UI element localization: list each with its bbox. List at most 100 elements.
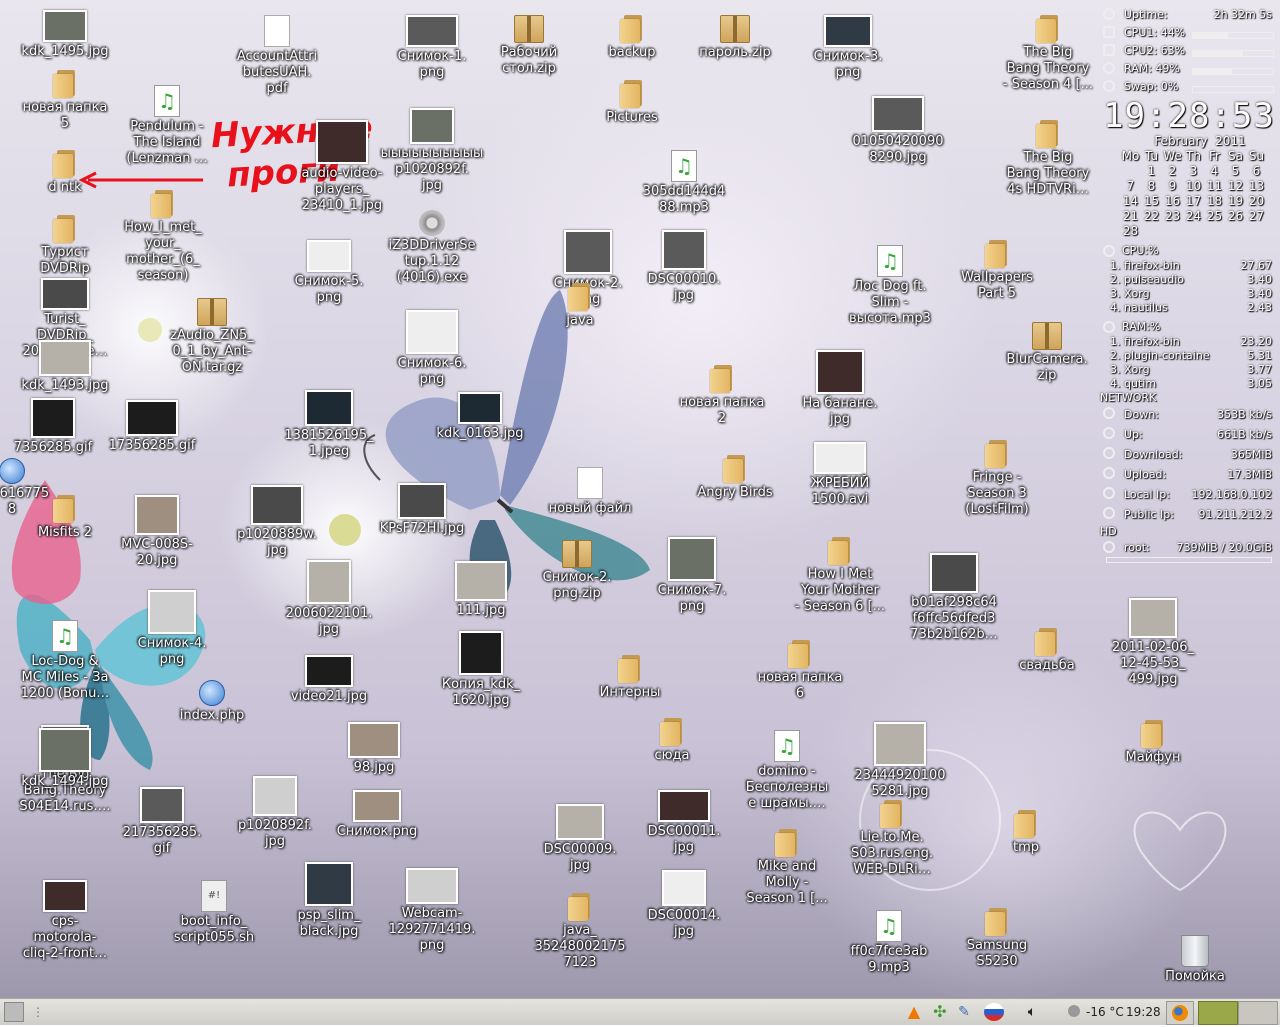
desktop-icon[interactable]: новая папка 2 <box>670 365 774 427</box>
desktop-icon[interactable]: Снимок-2. png.zip <box>525 540 629 602</box>
desktop-icon[interactable]: сюда <box>620 718 724 764</box>
desktop-icon[interactable]: Wallpapers Part 5 <box>945 240 1049 302</box>
russian-flag-icon[interactable] <box>984 1003 1004 1021</box>
desktop-icon[interactable]: Рабочий стол.zip <box>477 15 581 77</box>
desktop-icon-label: новая папка 2 <box>679 395 765 426</box>
desktop-icon[interactable]: Fringe - Season 3 (LostFilm) <box>945 440 1049 518</box>
desktop-icon[interactable]: пароль.zip <box>683 15 787 61</box>
desktop-icon[interactable]: BlurCamera. zip <box>995 322 1099 384</box>
desktop-icon[interactable]: zAudio_ZN5_ 0_1_by_Ant- ON.tar.gz <box>160 298 264 376</box>
desktop-icon[interactable]: backup <box>580 15 684 61</box>
desktop-icon[interactable]: Снимок.png <box>325 790 429 840</box>
desktop-icon[interactable]: The Big Bang Theory 4s HDTVRi… <box>996 120 1100 198</box>
desktop-icon[interactable]: 2011-02-06_ 12-45-53_ 499.jpg <box>1101 598 1205 688</box>
desktop-icon[interactable]: kdk_0163.jpg <box>428 392 532 442</box>
desktop-icon[interactable]: video21.jpg <box>277 655 381 705</box>
desktop-icon[interactable]: Снимок-7. png <box>640 537 744 615</box>
show-desktop-icon[interactable] <box>4 1002 24 1022</box>
clover-icon[interactable]: ✣ <box>930 1002 950 1022</box>
desktop-icon[interactable]: Снимок-5. png <box>277 240 381 306</box>
desktop-icon[interactable]: Pictures <box>580 80 684 126</box>
desktop-icon[interactable]: kdk_1493.jpg <box>13 340 117 394</box>
weather-temperature[interactable]: -16 °C <box>1086 1002 1124 1022</box>
desktop-icon-label: 01050420090 8290.jpg <box>852 134 944 165</box>
firefox-taskbar-button[interactable] <box>1166 1001 1194 1025</box>
root-disk-row: root: 739MiB / 20.0GiB <box>1100 539 1278 557</box>
desktop-icon[interactable]: ♫ Loc-Dog & MC Miles - За 1200 (Bonu… <box>13 620 117 702</box>
desktop-icon[interactable]: ♫ 305dd144d4 88.mp3 <box>632 150 736 216</box>
desktop-icon[interactable]: Копия_kdk_ 1620.jpg <box>429 631 533 709</box>
desktop-icon[interactable]: AccountAttri butesUAH. pdf <box>225 15 329 97</box>
desktop-icon[interactable]: How I Met Your Mother - Season 6 [... <box>788 537 892 615</box>
vlc-icon[interactable]: ▲ <box>904 1002 924 1022</box>
desktop-icon[interactable]: 01050420090 8290.jpg <box>846 96 950 166</box>
desktop-icon[interactable]: Снимок-3. png <box>796 15 900 81</box>
weather-icon[interactable] <box>1068 1005 1080 1017</box>
desktop-icon[interactable]: Lie.to.Me. S03.rus.eng. WEB-DLRi… <box>840 800 944 878</box>
desktop-icon[interactable]: ♫ Pendulum - The Island (Lenzman … <box>115 85 219 167</box>
desktop-icon[interactable]: DSC00011. jpg <box>632 790 736 856</box>
workspace-switcher-1[interactable] <box>1198 1001 1238 1025</box>
desktop-icon[interactable]: новая папка 5 <box>13 70 117 132</box>
workspace-switcher-2[interactable] <box>1238 1001 1278 1025</box>
panel-clock[interactable]: 19:28 <box>1126 1002 1161 1022</box>
panel-handle-icon[interactable]: ⋮ <box>32 1002 44 1022</box>
desktop-icon[interactable]: ♫ domino - Бесполезны е шрамы.… <box>735 730 839 812</box>
desktop-icon[interactable]: tmp <box>974 810 1078 856</box>
desktop-icon[interactable]: Снимок-4. png <box>120 590 224 668</box>
desktop-icon[interactable]: kdk_1494.jpg <box>13 728 117 790</box>
desktop-icon[interactable]: index.php <box>160 680 264 724</box>
desktop-icon[interactable]: Помойка <box>1143 935 1247 985</box>
desktop-icon[interactable]: 98.jpg <box>322 722 426 776</box>
desktop-icon[interactable]: iZ3DDriverSe tup.1.12 (4016).exe <box>380 210 484 286</box>
desktop-icon[interactable]: cps- motorola- cliq-2-front… <box>13 880 117 962</box>
desktop-icon[interactable]: p1020892f. jpg <box>223 776 327 850</box>
desktop-icon[interactable]: java <box>528 283 632 329</box>
desktop-icon[interactable]: 17356285.gif <box>100 400 204 454</box>
desktop-icon[interactable]: Турист DVDRip <box>13 215 117 277</box>
desktop-icon[interactable]: java_ 35248002175 7123 <box>528 893 632 971</box>
desktop-icon[interactable]: Снимок-6. png <box>380 310 484 388</box>
desktop-icon[interactable]: Samsung S5230 <box>945 908 1049 970</box>
desktop-icon[interactable]: kdk_1495.jpg <box>13 10 117 60</box>
desktop-icon[interactable]: #! boot_info_ script055.sh <box>162 880 266 946</box>
desktop-icon[interactable]: MVC-008S- 20.jpg <box>105 495 209 569</box>
desktop-icon[interactable]: ♫ ff0c7fce3ab 9.mp3 <box>837 910 941 976</box>
desktop-icon[interactable]: 1381526195_ 1.jpeg <box>277 390 381 460</box>
desktop-icon[interactable]: psp_slim_ black.jpg <box>277 862 381 940</box>
desktop-icon[interactable]: Mike and Molly - Season 1 [... <box>735 829 839 907</box>
desktop-icon[interactable]: На банане. jpg <box>788 350 892 428</box>
image-thumbnail-icon <box>668 537 716 581</box>
desktop-icon[interactable]: ыыыыыыыыыы p1020892f. jpg <box>380 108 484 194</box>
desktop-icon[interactable]: d ntk <box>13 150 117 196</box>
calendar-day: 3 <box>1189 164 1198 178</box>
desktop-icon[interactable]: Интерны <box>578 655 682 701</box>
pen-tablet-icon[interactable]: ✎ <box>954 1002 974 1022</box>
desktop-icon[interactable]: DSC00009. jpg <box>528 804 632 874</box>
desktop-icon[interactable]: audio-video- players_ 23410_1.jpg <box>290 120 394 214</box>
desktop-icon[interactable]: How_I_met_ your_ mother_(6_ season) <box>111 190 215 284</box>
desktop-icon[interactable]: The Big Bang Theory - Season 4 [... <box>996 15 1100 93</box>
desktop-icon[interactable]: 111.jpg <box>429 561 533 619</box>
desktop-icon[interactable]: KPsF72Hl.jpg <box>370 483 474 537</box>
desktop-icon[interactable]: ЖРЕБИЙ 1500.avi <box>788 442 892 508</box>
desktop-icon[interactable]: Angry Birds <box>683 455 787 501</box>
desktop-icon[interactable]: 217356285. gif <box>110 787 214 857</box>
desktop-icon[interactable]: 2006022101. jpg <box>277 560 381 638</box>
desktop-icon[interactable]: Misfits 2 <box>13 495 117 541</box>
folder-icon <box>151 190 175 218</box>
desktop-icon[interactable]: новая папка 6 <box>748 640 852 702</box>
desktop-icon[interactable]: DSC00010. jpg <box>632 230 736 304</box>
desktop-icon[interactable]: Майфун <box>1101 720 1205 766</box>
desktop-icon[interactable]: p1020889w. jpg <box>225 485 329 559</box>
desktop-icon[interactable]: новый файл <box>538 467 642 517</box>
desktop-icon[interactable]: 7356285.gif <box>1 398 105 456</box>
desktop-icon[interactable]: Снимок-1. png <box>380 15 484 81</box>
desktop-icon[interactable]: свадьба <box>995 628 1099 674</box>
desktop-icon[interactable]: DSC00014. jpg <box>632 870 736 940</box>
volume-icon[interactable]: 🔈︎ <box>1022 1002 1042 1022</box>
desktop-icon[interactable]: 23444920100 5281.jpg <box>848 722 952 800</box>
desktop-icon[interactable]: ♫ Лос Dog ft. Slim - высота.mp3 <box>838 245 942 327</box>
desktop-icon[interactable]: Webcam- 1292771419. png <box>380 868 484 954</box>
desktop-icon[interactable]: b01af298c64 f6ffc56dfed3 73b2b162b… <box>902 553 1006 643</box>
